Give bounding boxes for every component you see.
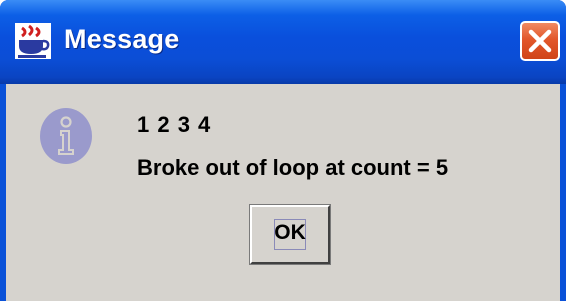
message-line-result: Broke out of loop at count = 5 — [137, 155, 449, 180]
java-coffee-cup-icon — [14, 22, 52, 60]
title-bar[interactable]: Message — [0, 0, 566, 84]
info-icon — [39, 107, 93, 165]
close-icon — [528, 29, 552, 53]
ok-button[interactable]: OK — [249, 204, 331, 265]
window-title: Message — [64, 24, 180, 54]
dialog-content: 1 2 3 4 Broke out of loop at count = 5 O… — [6, 84, 560, 301]
message-dialog-window: Message 1 2 3 4 Broke out of loop at cou… — [0, 0, 566, 301]
message-line-numbers: 1 2 3 4 — [137, 112, 212, 137]
close-button[interactable] — [520, 21, 560, 61]
ok-button-label: OK — [274, 221, 306, 244]
